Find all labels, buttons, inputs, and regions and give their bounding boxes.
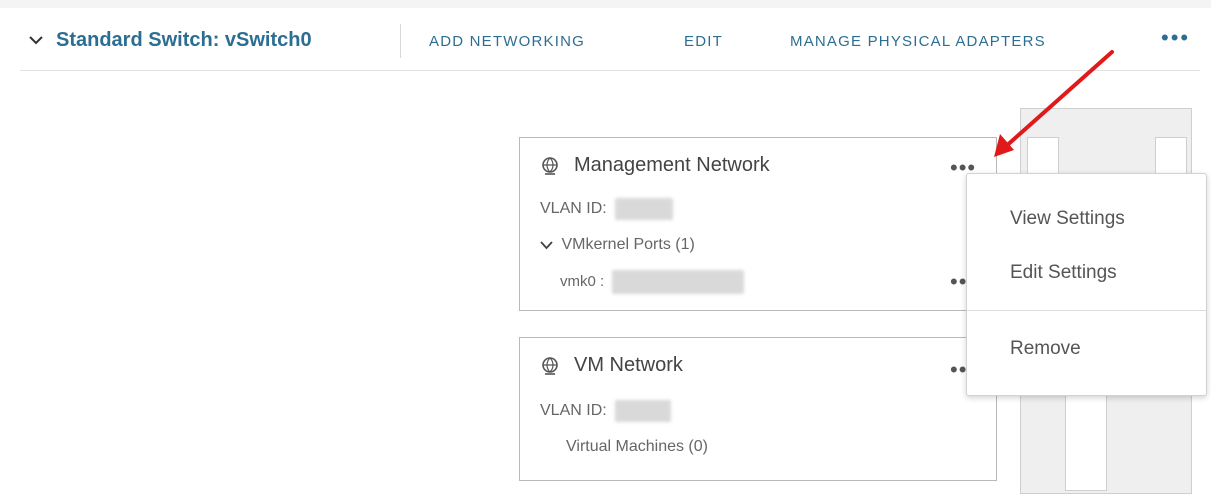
portgroup-card-vm-network[interactable]: VM Network •• VLAN ID: Virtual Machines … [519, 337, 997, 481]
menu-item-view-settings[interactable]: View Settings [1010, 208, 1125, 230]
switch-title[interactable]: Standard Switch: vSwitch0 [56, 29, 312, 52]
menu-divider [967, 310, 1206, 311]
vlan-label: VLAN ID: [540, 200, 607, 218]
virtual-machines-row[interactable]: Virtual Machines (0) [566, 438, 708, 456]
menu-item-edit-settings[interactable]: Edit Settings [1010, 262, 1117, 284]
vlan-row: VLAN ID: [540, 400, 672, 422]
virtual-machines-label: Virtual Machines (0) [566, 438, 708, 455]
vlan-row: VLAN ID: [540, 198, 674, 220]
network-icon [542, 356, 558, 375]
vlan-value-redacted [615, 400, 672, 422]
vmk-port-label: vmk0 : [560, 272, 605, 290]
add-networking-button[interactable]: ADD NETWORKING [429, 33, 585, 50]
more-actions-button[interactable]: ••• [1161, 25, 1190, 51]
divider [400, 24, 401, 58]
vmkernel-ports-row[interactable]: VMkernel Ports (1) [540, 236, 695, 254]
vlan-value-redacted [615, 198, 674, 220]
portgroup-context-menu: View Settings Edit Settings Remove [966, 173, 1207, 396]
chevron-down-icon[interactable] [28, 32, 44, 48]
portgroup-card-management[interactable]: Management Network ••• VLAN ID: VMkernel… [519, 137, 997, 311]
portgroup-name[interactable]: VM Network [574, 354, 683, 377]
edit-button[interactable]: EDIT [684, 33, 723, 50]
network-icon [542, 156, 558, 175]
portgroup-more-button[interactable]: •• [950, 359, 967, 381]
chevron-down-icon[interactable] [540, 240, 553, 250]
port-more-button[interactable]: •• [950, 271, 967, 293]
vmkernel-ports-label: VMkernel Ports (1) [561, 236, 695, 253]
manage-physical-adapters-button[interactable]: MANAGE PHYSICAL ADAPTERS [790, 33, 1046, 50]
vmk-port-row[interactable]: vmk0 : [560, 270, 745, 294]
portgroup-name[interactable]: Management Network [574, 154, 770, 177]
vmk-ip-redacted [612, 270, 745, 294]
menu-item-remove[interactable]: Remove [1010, 338, 1081, 360]
switch-header: Standard Switch: vSwitch0 ADD NETWORKING… [20, 22, 1200, 71]
vlan-label: VLAN ID: [540, 402, 607, 420]
top-strip [0, 0, 1211, 8]
